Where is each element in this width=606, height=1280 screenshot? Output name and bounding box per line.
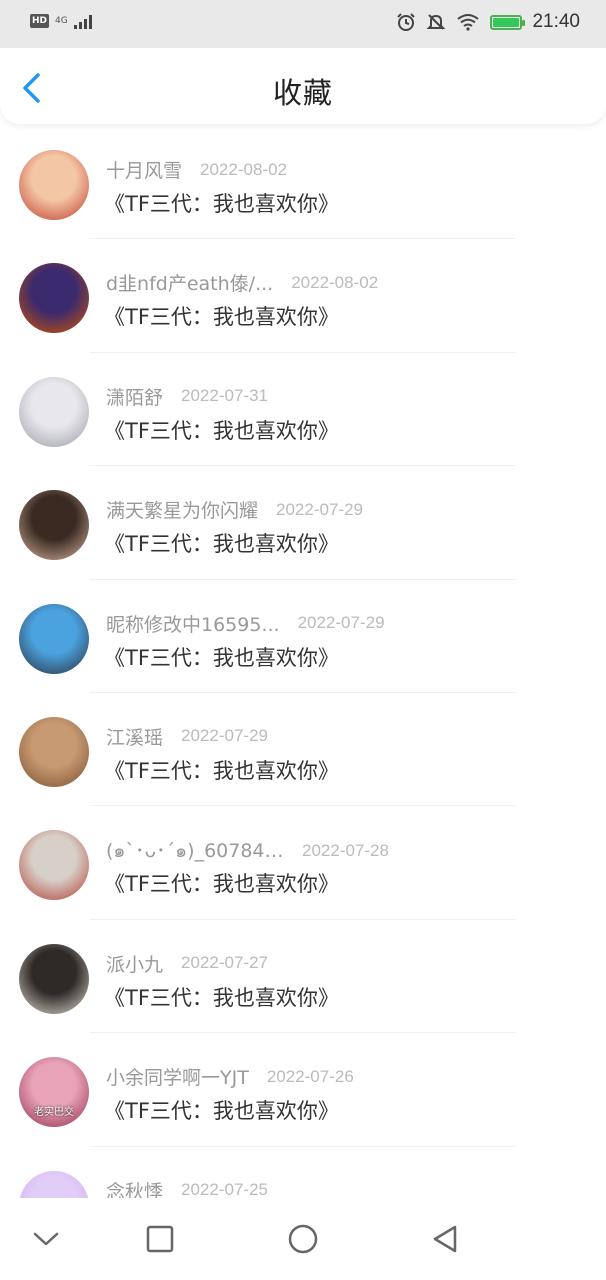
work-title[interactable]: 《TF三代：我也喜欢你》 <box>104 642 339 672</box>
favorite-date: 2022-07-25 <box>181 1180 268 1198</box>
item-meta: d韭nfd产eath傣/... 2022-08-02 <box>106 269 378 296</box>
wifi-icon <box>457 14 480 31</box>
item-meta: (๑`･ᴗ･´๑)_607846... 2022-07-28 <box>106 836 389 866</box>
username[interactable]: 念秋悸 <box>106 1177 163 1198</box>
avatar[interactable] <box>19 943 89 1014</box>
signal-icon <box>73 15 92 29</box>
avatar[interactable] <box>19 150 89 220</box>
favorite-list-item[interactable]: 满天繁星为你闪耀 2022-07-29 《TF三代：我也喜欢你》 <box>0 466 606 580</box>
work-title[interactable]: 《TF三代：我也喜欢你》 <box>104 982 339 1012</box>
favorite-list-item[interactable]: 派小九 2022-07-27 《TF三代：我也喜欢你》 <box>0 920 606 1034</box>
favorite-date: 2022-07-26 <box>266 1066 354 1086</box>
status-time: 21:40 <box>532 11 580 32</box>
work-title[interactable]: 《TF三代：我也喜欢你》 <box>104 755 339 785</box>
favorite-date: 2022-08-02 <box>200 159 287 179</box>
username[interactable]: 昵称修改中16595... <box>106 610 280 637</box>
favorite-date: 2022-07-29 <box>181 726 268 746</box>
circle-icon <box>288 1224 318 1254</box>
avatar[interactable] <box>19 263 89 334</box>
network-type: 4G <box>55 16 68 26</box>
username[interactable]: 江溪瑶 <box>106 723 163 750</box>
avatar[interactable] <box>19 1170 89 1198</box>
status-bar-left: HD 4G <box>30 13 96 29</box>
square-icon <box>146 1225 174 1253</box>
username[interactable]: 满天繁星为你闪耀 <box>106 496 258 523</box>
item-meta: 小余同学啊一YJT 2022-07-26 <box>106 1063 354 1090</box>
avatar[interactable] <box>19 830 89 901</box>
username[interactable]: 小余同学啊一YJT <box>106 1063 249 1090</box>
favorite-date: 2022-08-02 <box>291 272 379 292</box>
page-title: 收藏 <box>272 76 333 110</box>
app-header: 收藏 <box>0 48 606 124</box>
favorite-list-item[interactable]: 十月风雪 2022-08-02 《TF三代：我也喜欢你》 <box>0 126 606 240</box>
item-meta: 潇陌舒 2022-07-31 <box>106 383 268 410</box>
username[interactable]: d韭nfd产eath傣/... <box>106 269 273 296</box>
favorite-date: 2022-07-29 <box>297 613 385 633</box>
work-title[interactable]: 《TF三代：我也喜欢你》 <box>104 188 339 218</box>
favorite-list-item[interactable]: 昵称修改中16595... 2022-07-29 《TF三代：我也喜欢你》 <box>0 580 606 693</box>
item-meta: 江溪瑶 2022-07-29 <box>106 723 268 750</box>
nav-home-button[interactable] <box>286 1222 320 1256</box>
favorite-date: 2022-07-29 <box>276 499 363 519</box>
nav-back-button[interactable] <box>428 1222 462 1256</box>
avatar[interactable] <box>19 716 89 787</box>
username[interactable]: 派小九 <box>106 950 163 977</box>
status-bar-right: 21:40 <box>396 11 580 33</box>
status-bar: HD 4G 21:40 <box>0 0 606 48</box>
work-title[interactable]: 《TF三代：我也喜欢你》 <box>104 301 339 331</box>
favorite-date: 2022-07-31 <box>181 386 268 406</box>
hd-badge: HD <box>30 14 50 28</box>
work-title[interactable]: 《TF三代：我也喜欢你》 <box>104 415 339 445</box>
avatar[interactable] <box>19 490 89 561</box>
favorite-list-item[interactable]: (๑`･ᴗ･´๑)_607846... 2022-07-28 《TF三代：我也喜欢你… <box>0 806 606 920</box>
item-meta: 满天繁星为你闪耀 2022-07-29 <box>106 496 363 523</box>
alarm-icon <box>397 13 416 31</box>
username[interactable]: (๑`･ᴗ･´๑)_607846... <box>106 836 284 866</box>
favorite-date: 2022-07-28 <box>302 841 389 861</box>
item-meta: 念秋悸 2022-07-25 <box>106 1177 268 1198</box>
avatar[interactable] <box>19 376 89 447</box>
item-meta: 派小九 2022-07-27 <box>106 950 268 977</box>
avatar[interactable] <box>19 603 89 674</box>
avatar[interactable]: 老实巴交 <box>19 1057 89 1128</box>
chevron-down-icon <box>33 1232 59 1246</box>
favorite-list-item[interactable]: 潇陌舒 2022-07-31 《TF三代：我也喜欢你》 <box>0 353 606 467</box>
nav-collapse-button[interactable] <box>29 1222 63 1256</box>
triangle-back-icon <box>433 1225 457 1253</box>
battery-level <box>493 17 520 27</box>
avatar-caption: 老实巴交 <box>34 1107 74 1119</box>
item-meta: 十月风雪 2022-08-02 <box>106 156 287 183</box>
nav-recents-button[interactable] <box>143 1222 177 1256</box>
favorite-list-item[interactable]: d韭nfd产eath傣/... 2022-08-02 《TF三代：我也喜欢你》 <box>0 239 606 353</box>
username[interactable]: 潇陌舒 <box>106 383 163 410</box>
favorites-list[interactable]: 十月风雪 2022-08-02 《TF三代：我也喜欢你》 d韭nfd产eath傣/..… <box>0 126 606 1198</box>
username[interactable]: 十月风雪 <box>106 156 182 183</box>
favorite-list-item[interactable]: 念秋悸 2022-07-25 <box>0 1147 606 1198</box>
favorite-date: 2022-07-27 <box>181 953 268 973</box>
bell-off-icon <box>427 14 446 30</box>
item-meta: 昵称修改中16595... 2022-07-29 <box>106 610 385 637</box>
work-title[interactable]: 《TF三代：我也喜欢你》 <box>104 868 339 898</box>
system-nav-bar <box>0 1198 606 1280</box>
work-title[interactable]: 《TF三代：我也喜欢你》 <box>104 528 339 558</box>
battery-icon <box>490 14 526 30</box>
work-title[interactable]: 《TF三代：我也喜欢你》 <box>104 1095 339 1125</box>
favorite-list-item[interactable]: 江溪瑶 2022-07-29 《TF三代：我也喜欢你》 <box>0 693 606 807</box>
favorite-list-item[interactable]: 老实巴交 小余同学啊一YJT 2022-07-26 《TF三代：我也喜欢你》 <box>0 1033 606 1147</box>
